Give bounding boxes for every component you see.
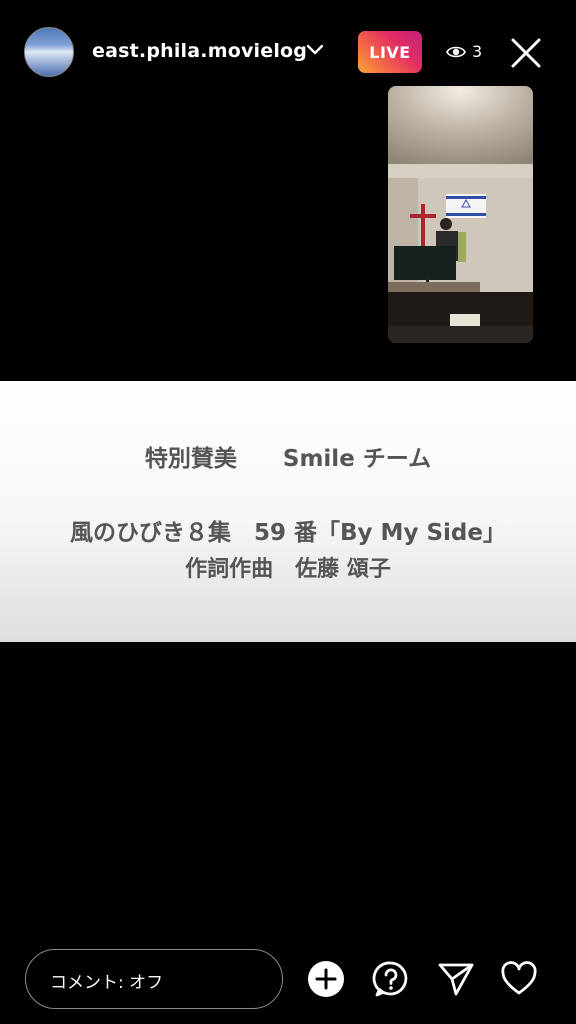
comment-input[interactable]: コメント: オフ (25, 949, 283, 1009)
bottom-bar: コメント: オフ (0, 940, 576, 1024)
viewer-counter[interactable]: 3 (446, 42, 482, 61)
title-card-credit: 作詞作曲 佐藤 頌子 (185, 557, 391, 582)
plus-circle-icon[interactable] (307, 960, 345, 998)
live-badge: LIVE (358, 31, 422, 73)
username[interactable]: east.phila.movielog (92, 40, 307, 62)
viewer-count: 3 (472, 42, 483, 61)
profile-avatar[interactable] (24, 27, 74, 77)
title-card: 特別賛美 Smile チーム 風のひびき８集 59 番「By My Side」 … (0, 381, 576, 642)
chevron-down-icon[interactable] (306, 44, 324, 56)
comment-placeholder: コメント: オフ (50, 973, 164, 993)
guest-video-frame (388, 86, 533, 343)
close-icon[interactable] (508, 35, 544, 71)
live-label: LIVE (369, 42, 411, 62)
title-card-performer: 特別賛美 Smile チーム (144, 446, 432, 472)
title-card-song: 風のひびき８集 59 番「By My Side」 (70, 520, 506, 546)
eye-icon (446, 46, 466, 57)
question-bubble-icon[interactable] (372, 960, 410, 998)
guest-video-feed[interactable] (388, 86, 533, 343)
heart-icon[interactable] (500, 960, 538, 998)
paper-plane-icon[interactable] (437, 960, 475, 998)
